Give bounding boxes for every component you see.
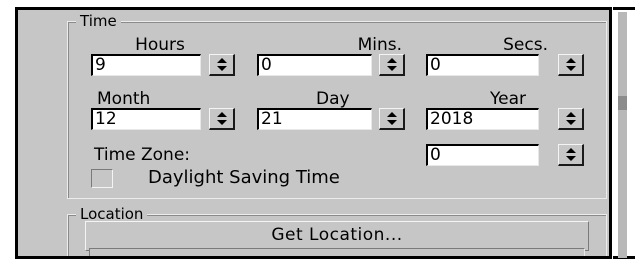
side-rail — [613, 7, 635, 259]
mins-spinner[interactable] — [379, 54, 405, 76]
secs-field[interactable]: 0 — [426, 54, 539, 76]
spinner-down-icon — [565, 120, 576, 125]
spinner-up-icon — [565, 148, 576, 153]
spinner-up-icon — [216, 58, 227, 63]
daylight-saving-label: Daylight Saving Time — [148, 167, 340, 188]
time-group-title: Time — [76, 13, 121, 30]
get-location-button[interactable]: Get Location... — [85, 221, 589, 251]
mins-field[interactable]: 0 — [257, 54, 372, 76]
spinner-up-icon — [216, 112, 227, 117]
sun-position-settings-panel: Time Hours Mins. Secs. 9 0 0 Month Day Y… — [15, 7, 612, 259]
timezone-label: Time Zone: — [94, 145, 191, 165]
spinner-down-icon — [386, 120, 397, 125]
spinner-down-icon — [386, 66, 397, 71]
spinner-down-icon — [565, 156, 576, 161]
month-label: Month — [97, 89, 151, 109]
secs-label: Secs. — [503, 35, 548, 55]
day-field[interactable]: 21 — [257, 108, 372, 130]
scrollbar-thumb[interactable] — [618, 96, 627, 110]
day-spinner[interactable] — [379, 108, 405, 130]
month-spinner[interactable] — [209, 108, 235, 130]
spinner-up-icon — [565, 112, 576, 117]
spinner-down-icon — [216, 120, 227, 125]
year-label: Year — [490, 89, 526, 109]
hours-field[interactable]: 9 — [91, 54, 201, 76]
timezone-field[interactable]: 0 — [426, 144, 539, 166]
hours-label: Hours — [135, 35, 185, 55]
month-field[interactable]: 12 — [91, 108, 201, 130]
spinner-down-icon — [565, 66, 576, 71]
daylight-saving-checkbox[interactable] — [91, 169, 113, 188]
year-field[interactable]: 2018 — [426, 108, 539, 130]
spinner-up-icon — [565, 58, 576, 63]
secs-spinner[interactable] — [558, 54, 584, 76]
spinner-up-icon — [386, 112, 397, 117]
spinner-down-icon — [216, 66, 227, 71]
hours-spinner[interactable] — [209, 54, 235, 76]
spinner-up-icon — [386, 58, 397, 63]
timezone-spinner[interactable] — [558, 144, 584, 166]
location-field[interactable] — [89, 248, 585, 256]
day-label: Day — [316, 89, 350, 109]
mins-label: Mins. — [357, 35, 402, 55]
year-spinner[interactable] — [558, 108, 584, 130]
panel-scrollbar[interactable] — [618, 12, 627, 258]
